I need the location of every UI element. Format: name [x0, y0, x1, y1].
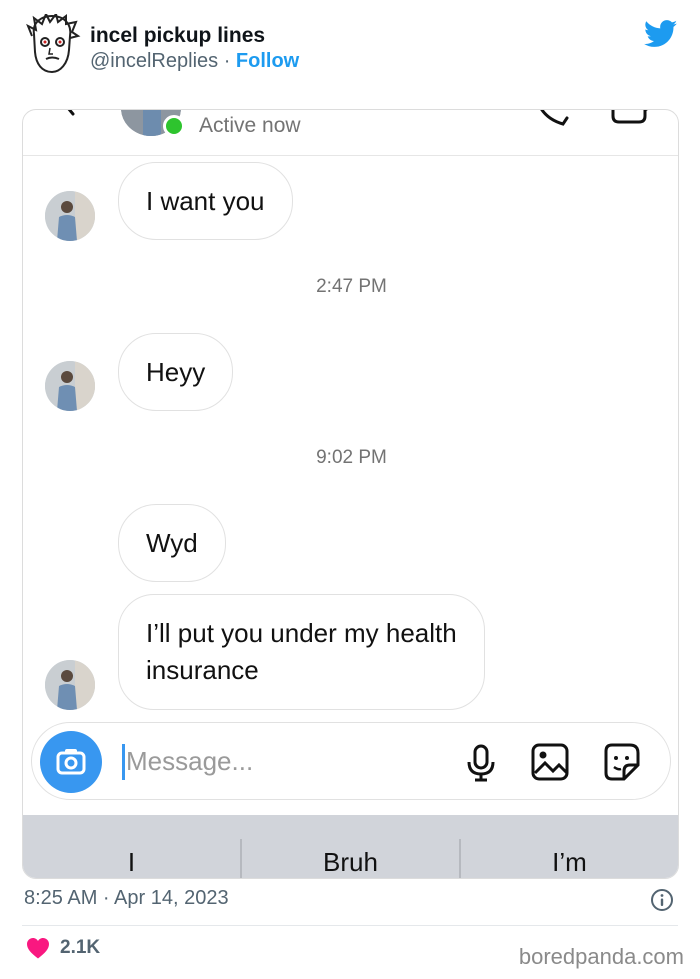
like-action[interactable]: 2.1K — [26, 937, 100, 959]
author-handle-row: @incelReplies · Follow — [90, 50, 299, 73]
suggestion-item[interactable]: I — [23, 815, 240, 878]
sender-avatar[interactable] — [45, 660, 95, 710]
author-name[interactable]: incel pickup lines — [90, 24, 265, 48]
sender-avatar[interactable] — [45, 361, 95, 411]
message-bubble[interactable]: Wyd — [118, 504, 226, 582]
tweet-timestamp[interactable]: 8:25 AM · Apr 14, 2023 — [24, 887, 229, 910]
tweet-header: incel pickup lines @incelReplies · Follo… — [0, 0, 700, 100]
sender-photo — [45, 191, 95, 241]
heart-icon[interactable] — [26, 937, 50, 959]
message-text-block: I’ll put you under my health insurance — [146, 615, 457, 689]
text-caret — [122, 744, 125, 780]
like-count: 2.1K — [60, 937, 101, 958]
suggestion-item[interactable]: Bruh — [242, 815, 459, 878]
camera-icon — [56, 749, 86, 775]
chat-timestamp: 9:02 PM — [316, 447, 387, 468]
sender-photo — [45, 660, 95, 710]
handle-separator: · — [218, 50, 236, 72]
twitter-bird-icon[interactable] — [644, 20, 678, 48]
watermark: boredpanda.com — [518, 944, 684, 969]
video-call-icon[interactable] — [609, 109, 659, 126]
message-bubble[interactable]: Heyy — [118, 333, 234, 411]
camera-button[interactable] — [40, 731, 102, 793]
message-line: I’ll put you under my health — [146, 618, 457, 648]
online-status-dot — [163, 115, 185, 137]
author-handle[interactable]: @incelReplies — [90, 50, 218, 72]
gallery-image-icon[interactable] — [529, 741, 571, 783]
sticker-icon[interactable] — [600, 741, 642, 783]
sender-photo — [45, 361, 95, 411]
message-composer — [31, 722, 671, 800]
phone-call-icon[interactable] — [531, 109, 571, 128]
chat-header: Active now — [23, 110, 678, 156]
message-text: Wyd — [146, 527, 198, 558]
chat-timestamp: 2:47 PM — [316, 276, 387, 297]
message-input[interactable] — [126, 741, 426, 781]
message-bubble[interactable]: I want you — [118, 162, 293, 240]
suggestion-item[interactable]: I’m — [461, 815, 678, 878]
microphone-icon[interactable] — [460, 741, 502, 783]
message-text: Heyy — [146, 356, 206, 387]
message-line: insurance — [146, 655, 259, 685]
message-text: I want you — [146, 185, 265, 216]
active-status-text: Active now — [199, 114, 301, 137]
info-icon[interactable] — [650, 888, 674, 912]
keyboard-suggestion-bar: I Bruh I’m — [23, 815, 678, 878]
back-chevron-icon[interactable] — [59, 109, 89, 124]
follow-button[interactable]: Follow — [236, 50, 299, 72]
footer-divider — [22, 925, 678, 926]
profile-avatar[interactable] — [22, 14, 82, 76]
sender-avatar[interactable] — [45, 191, 95, 241]
embedded-chat-screenshot: Active now I want you 2:47 PM Heyy 9:02 … — [22, 109, 679, 879]
message-bubble[interactable]: I’ll put you under my health insurance — [118, 594, 485, 710]
